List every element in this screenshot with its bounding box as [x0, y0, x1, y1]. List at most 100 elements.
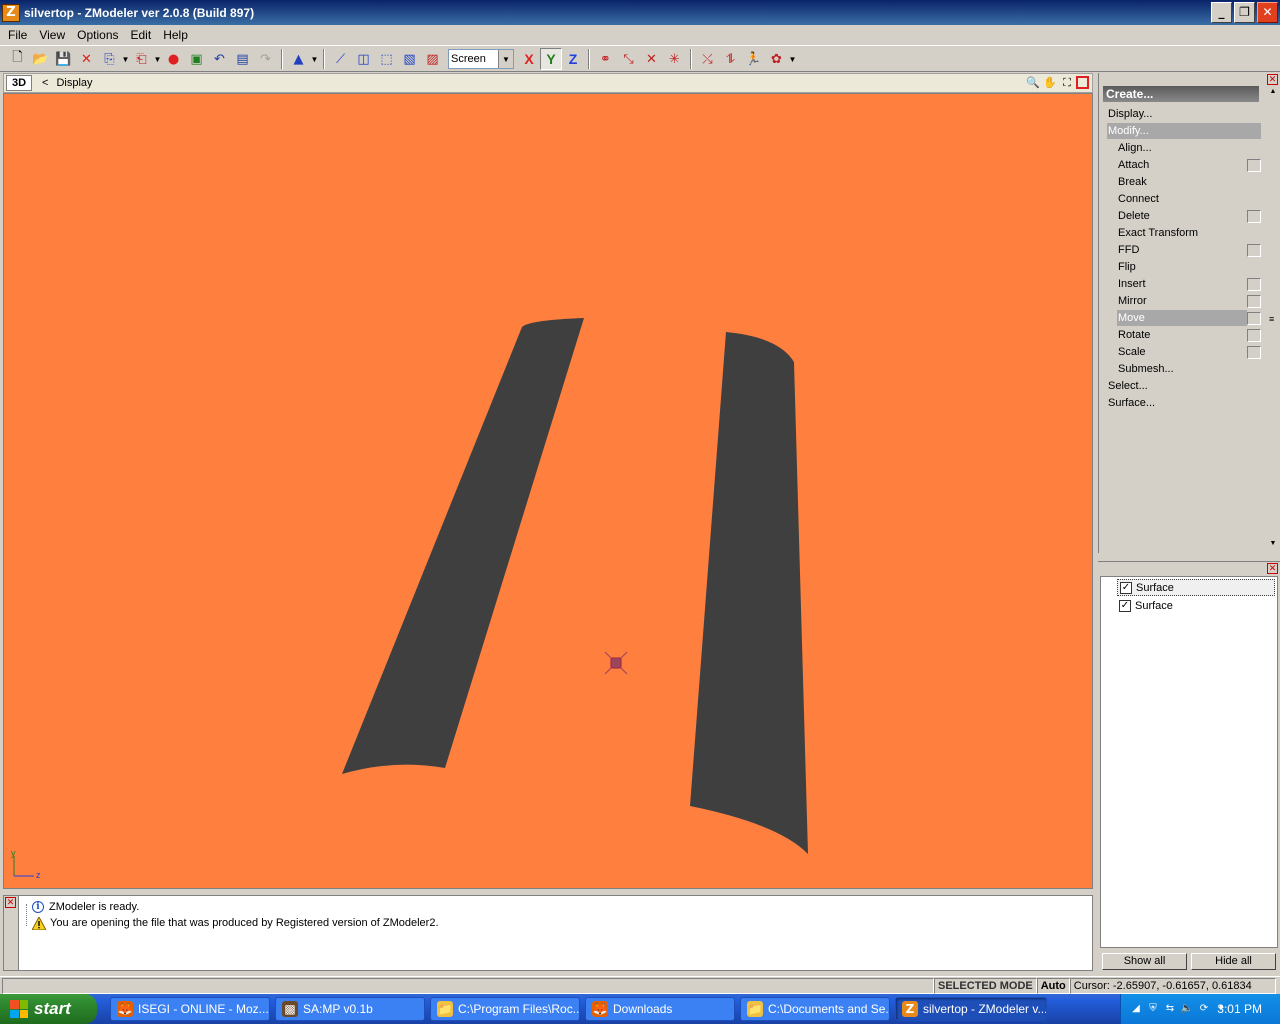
axis-y-button[interactable]: Y	[540, 48, 562, 70]
command-item-display[interactable]: Display...	[1107, 106, 1257, 122]
zoom-extents-icon[interactable]: ⛶	[1059, 75, 1075, 91]
render-dropdown-icon[interactable]: ▼	[788, 55, 797, 64]
command-checkbox[interactable]	[1247, 244, 1261, 257]
axis-move-icon[interactable]: ⤡	[617, 48, 640, 70]
axis-scale-icon[interactable]: ✳	[663, 48, 686, 70]
object-list-item[interactable]: ✓ Surface	[1117, 579, 1275, 596]
taskbar-button[interactable]: 🦊 Downloads	[585, 997, 735, 1021]
command-item-modify[interactable]: Modify...	[1107, 123, 1261, 139]
command-checkbox[interactable]	[1247, 210, 1261, 223]
scroll-down-icon[interactable]: ▼	[1268, 539, 1278, 549]
zmodeler-app-icon[interactable]: Z	[2, 3, 20, 22]
render-settings-icon[interactable]: ✿	[765, 48, 788, 70]
face-mode-icon[interactable]: ◫	[352, 48, 375, 70]
export-dropdown-icon[interactable]: ▼	[153, 55, 162, 64]
command-panel-scrollbar[interactable]: ▲ ▼	[1268, 87, 1278, 549]
update-icon[interactable]: ⟳	[1197, 1002, 1211, 1016]
show-all-button[interactable]: Show all	[1102, 953, 1187, 970]
visibility-checkbox[interactable]: ✓	[1119, 599, 1131, 612]
object-mode-icon[interactable]: ⬚	[375, 48, 398, 70]
axis-x-button[interactable]: X	[518, 48, 540, 70]
command-checkbox[interactable]	[1247, 295, 1261, 308]
open-file-icon[interactable]: 📂	[29, 48, 52, 70]
connection-icon[interactable]: ⇆	[1163, 1002, 1177, 1016]
command-item-delete[interactable]: Delete	[1117, 208, 1241, 224]
surface-mesh-left[interactable]	[342, 318, 584, 774]
taskbar-button[interactable]: ▩ SA:MP v0.1b	[275, 997, 425, 1021]
command-checkbox[interactable]	[1247, 312, 1261, 325]
save-icon[interactable]: 💾	[52, 48, 75, 70]
delete-icon[interactable]: ✕	[75, 48, 98, 70]
menu-file[interactable]: File	[2, 26, 33, 45]
create-menu-header[interactable]: Create...	[1103, 86, 1259, 102]
clock[interactable]: 3:01 PM	[1217, 1002, 1262, 1016]
viewport-title[interactable]: Display	[56, 77, 92, 89]
maximize-viewport-icon[interactable]	[1076, 76, 1089, 89]
taskbar-button[interactable]: Zsilvertop - ZModeler v...	[895, 997, 1047, 1021]
command-item-ffd[interactable]: FFD	[1117, 242, 1241, 258]
vertex-mode-icon[interactable]: ⟋	[329, 48, 352, 70]
create-dropdown-icon[interactable]: ▼	[310, 55, 319, 64]
cone-icon[interactable]: ▲	[287, 48, 310, 70]
import-dropdown-icon[interactable]: ▼	[121, 55, 130, 64]
command-checkbox[interactable]	[1247, 346, 1261, 359]
axis-rotate-icon[interactable]: ✕	[640, 48, 663, 70]
redo-icon[interactable]: ↷	[254, 48, 277, 70]
close-icon[interactable]: ✕	[1267, 74, 1278, 85]
link-icon[interactable]: ⚭	[594, 48, 617, 70]
viewport-canvas[interactable]: y z	[4, 94, 1093, 889]
command-item-select[interactable]: Select...	[1107, 378, 1257, 394]
viewport-mode-button[interactable]: 3D	[6, 75, 32, 91]
visibility-checkbox[interactable]: ✓	[1120, 581, 1132, 594]
taskbar-button[interactable]: 📁 C:\Program Files\Roc...	[430, 997, 580, 1021]
record-icon[interactable]: ●	[162, 48, 185, 70]
command-item-flip[interactable]: Flip	[1117, 259, 1241, 275]
menu-view[interactable]: View	[33, 26, 71, 45]
3d-viewport[interactable]: y z	[3, 93, 1093, 889]
command-item-scale[interactable]: Scale	[1117, 344, 1241, 360]
command-item-insert[interactable]: Insert	[1117, 276, 1241, 292]
command-item-submesh[interactable]: Submesh...	[1117, 361, 1241, 377]
surface-mesh-right[interactable]	[690, 332, 808, 854]
command-item-exact-transform[interactable]: Exact Transform	[1117, 225, 1241, 241]
command-item-connect[interactable]: Connect	[1117, 191, 1241, 207]
auto-status[interactable]: Auto	[1036, 977, 1070, 994]
object-list-item[interactable]: ✓ Surface	[1117, 597, 1275, 614]
material-icon[interactable]: ▣	[185, 48, 208, 70]
command-item-mirror[interactable]: Mirror	[1117, 293, 1241, 309]
command-item-surface[interactable]: Surface...	[1107, 395, 1257, 411]
command-item-rotate[interactable]: Rotate	[1117, 327, 1241, 343]
shield-icon[interactable]: ⛨	[1146, 1002, 1160, 1016]
undo-icon[interactable]: ↶	[208, 48, 231, 70]
box-mode-icon[interactable]: ▧	[398, 48, 421, 70]
command-item-move[interactable]: Move	[1117, 310, 1247, 326]
start-button[interactable]: start	[0, 994, 97, 1024]
scroll-up-icon[interactable]: ▲	[1268, 87, 1278, 97]
pivot-icon[interactable]: ⤯	[696, 48, 719, 70]
menu-help[interactable]: Help	[157, 26, 194, 45]
command-checkbox[interactable]	[1247, 329, 1261, 342]
import-icon[interactable]: ⎘	[98, 48, 121, 70]
export-icon[interactable]: ⎗	[130, 48, 153, 70]
close-icon[interactable]: ✕	[5, 897, 16, 908]
hierarchy-icon[interactable]: ⥮	[719, 48, 742, 70]
selection-mode-status[interactable]: SELECTED MODE	[934, 977, 1037, 994]
command-checkbox[interactable]	[1247, 278, 1261, 291]
axis-z-button[interactable]: Z	[562, 48, 584, 70]
command-item-break[interactable]: Break	[1117, 174, 1241, 190]
network-icon[interactable]: ◢	[1129, 1002, 1143, 1016]
properties-icon[interactable]: ▤	[231, 48, 254, 70]
menu-options[interactable]: Options	[71, 26, 124, 45]
command-checkbox[interactable]	[1247, 159, 1261, 172]
new-file-icon[interactable]: 🗋	[6, 48, 29, 70]
selection-mode-icon[interactable]: ▨	[421, 48, 444, 70]
coordinate-system-select[interactable]: Screen ▼	[448, 49, 514, 69]
hide-all-button[interactable]: Hide all	[1191, 953, 1276, 970]
animation-icon[interactable]: 🏃	[742, 48, 765, 70]
close-icon[interactable]: ✕	[1267, 563, 1278, 574]
restore-button[interactable]: ❐	[1234, 2, 1255, 23]
command-item-align[interactable]: Align...	[1117, 140, 1241, 156]
close-button[interactable]: ✕	[1257, 2, 1278, 23]
menu-edit[interactable]: Edit	[125, 26, 158, 45]
viewport-back-button[interactable]: <	[42, 77, 48, 89]
